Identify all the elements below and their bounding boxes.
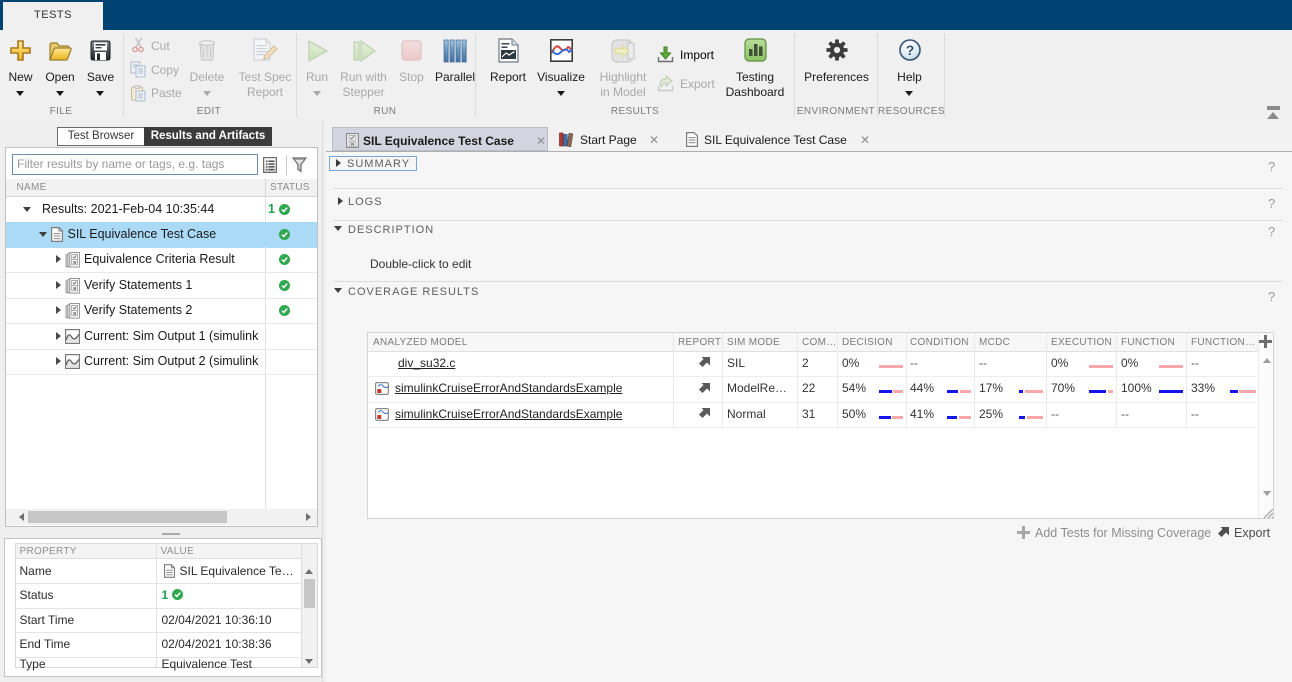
svg-text:?: ? — [906, 42, 915, 58]
